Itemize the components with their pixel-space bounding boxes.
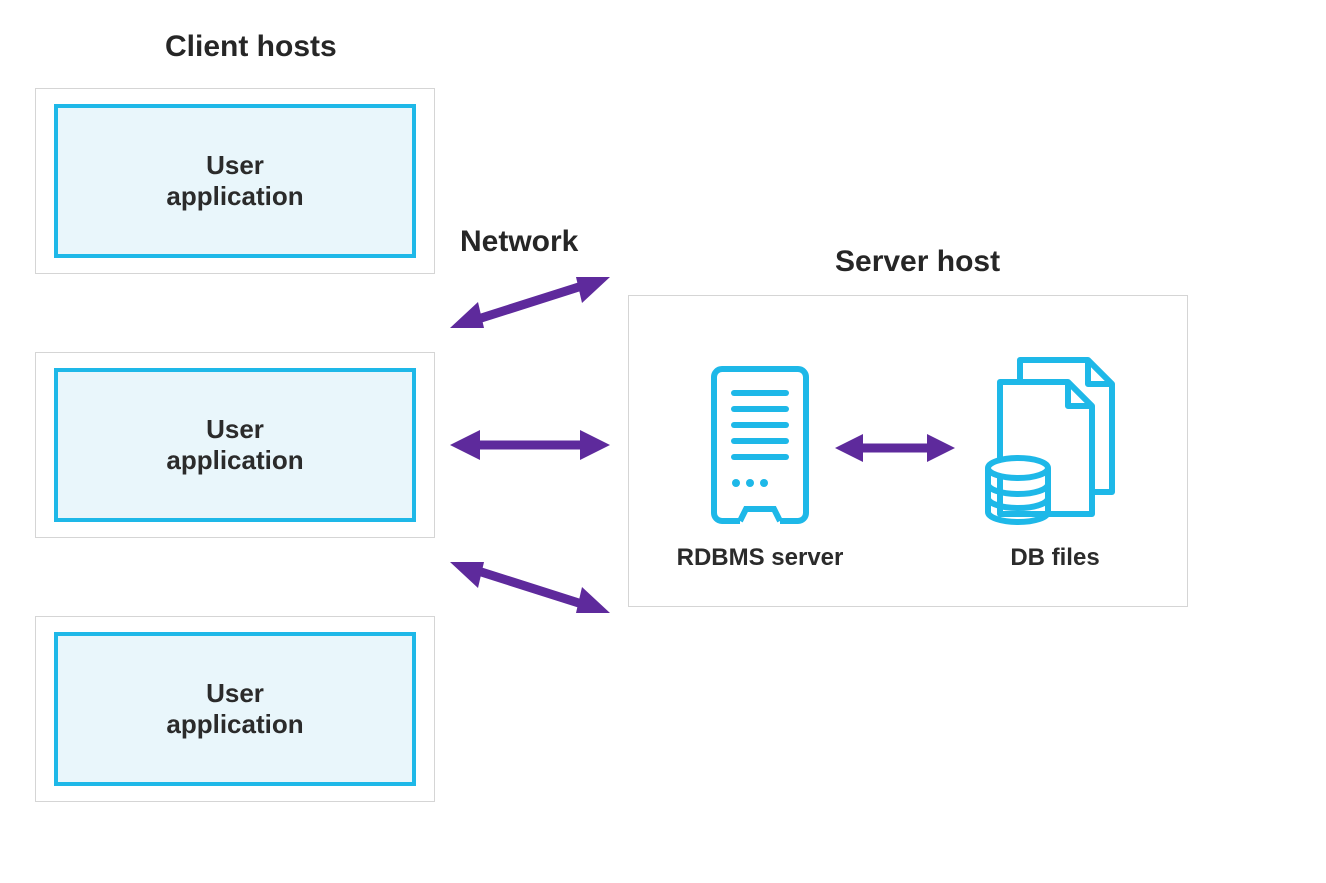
network-heading: Network [460,225,578,258]
rdbms-server-label: RDBMS server [675,545,845,571]
db-files-label: DB files [1000,545,1110,571]
user-application-box: User application [54,368,416,522]
client-hosts-heading: Client hosts [165,30,337,63]
double-arrow-icon [450,270,610,335]
double-arrow-icon [835,428,955,468]
db-files-icon [980,352,1130,532]
client-host-card: User application [35,352,435,538]
server-host-heading: Server host [835,245,1000,278]
double-arrow-icon [450,425,610,465]
server-rack-icon [710,365,810,525]
double-arrow-icon [450,555,610,620]
user-application-box: User application [54,104,416,258]
user-application-box: User application [54,632,416,786]
client-host-card: User application [35,88,435,274]
client-host-card: User application [35,616,435,802]
